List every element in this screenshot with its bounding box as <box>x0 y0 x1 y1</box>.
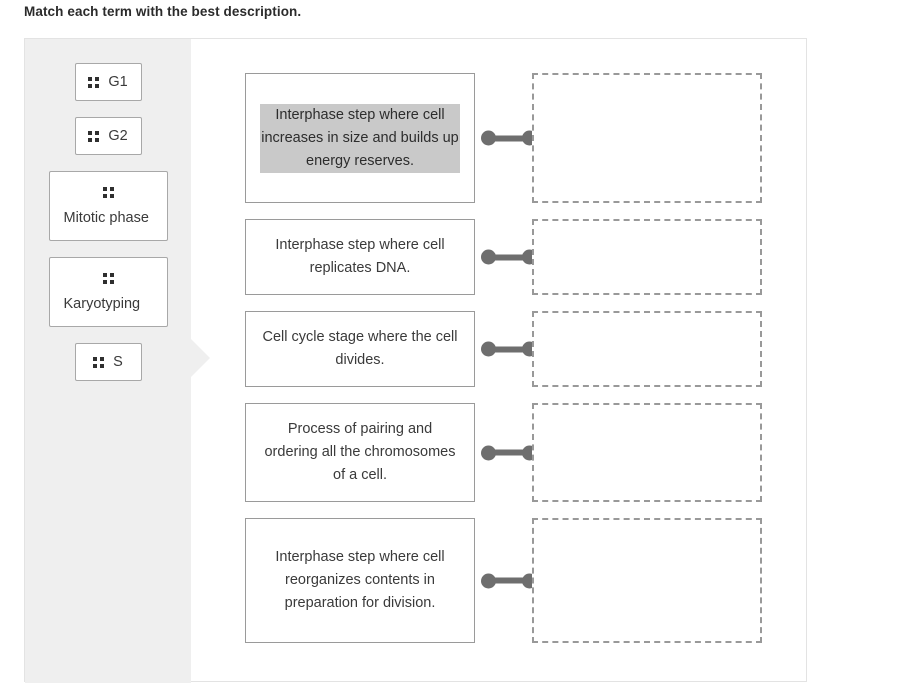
page-title: Match each term with the best descriptio… <box>24 4 302 19</box>
description-text: Interphase step where cell reorganizes c… <box>275 549 445 611</box>
term-chip[interactable]: Mitotic phase <box>48 171 168 241</box>
drop-zone[interactable] <box>532 219 762 295</box>
term-chip-label: G2 <box>108 127 128 144</box>
drop-zone[interactable] <box>532 403 762 502</box>
dumbbell-connector-icon <box>481 130 537 146</box>
description-text: Interphase step where cell increases in … <box>260 103 460 173</box>
description-card[interactable]: Interphase step where cell reorganizes c… <box>245 518 475 643</box>
drag-handle-dots-icon[interactable] <box>88 130 100 142</box>
term-chip-label: Karyotyping <box>63 296 141 312</box>
description-card[interactable]: Process of pairing and ordering all the … <box>245 403 475 502</box>
description-text: Interphase step where cell replicates DN… <box>275 237 445 276</box>
drag-handle-dots-icon[interactable] <box>93 356 105 368</box>
term-chip-handle-row <box>64 269 153 288</box>
term-chip[interactable]: Karyotyping <box>48 257 168 327</box>
dumbbell-connector-icon <box>481 341 537 357</box>
drag-handle-dots-icon[interactable] <box>88 76 100 88</box>
dumbbell-connector-icon <box>481 249 537 265</box>
dumbbell-connector-icon <box>481 445 537 460</box>
dumbbell-connector-icon <box>481 573 537 588</box>
term-bank-list: G1 G2 Mitotic phase Karyotyping S <box>25 39 191 397</box>
term-chip[interactable]: G2 <box>74 117 142 155</box>
term-chip[interactable]: S <box>74 343 142 381</box>
term-bank-pointer-arrow <box>191 339 210 377</box>
description-card[interactable]: Cell cycle stage where the cell divides. <box>245 311 475 387</box>
drop-zone[interactable] <box>532 311 762 387</box>
term-chip[interactable]: G1 <box>74 63 142 101</box>
term-chip-label: S <box>113 353 123 370</box>
description-card[interactable]: Interphase step where cell replicates DN… <box>245 219 475 295</box>
term-chip-label: G1 <box>108 73 128 90</box>
drop-zone[interactable] <box>532 518 762 643</box>
description-text: Cell cycle stage where the cell divides. <box>262 329 458 368</box>
matching-activity-container: G1 G2 Mitotic phase Karyotyping S Interphase… <box>24 38 807 683</box>
drag-handle-dots-icon[interactable] <box>102 272 114 284</box>
description-text: Process of pairing and ordering all the … <box>264 421 456 483</box>
drop-zone[interactable] <box>532 73 762 203</box>
description-card[interactable]: Interphase step where cell increases in … <box>245 73 475 203</box>
term-chip-handle-row <box>64 183 153 202</box>
drag-handle-dots-icon[interactable] <box>102 186 114 198</box>
term-chip-label: Mitotic phase <box>63 210 149 226</box>
